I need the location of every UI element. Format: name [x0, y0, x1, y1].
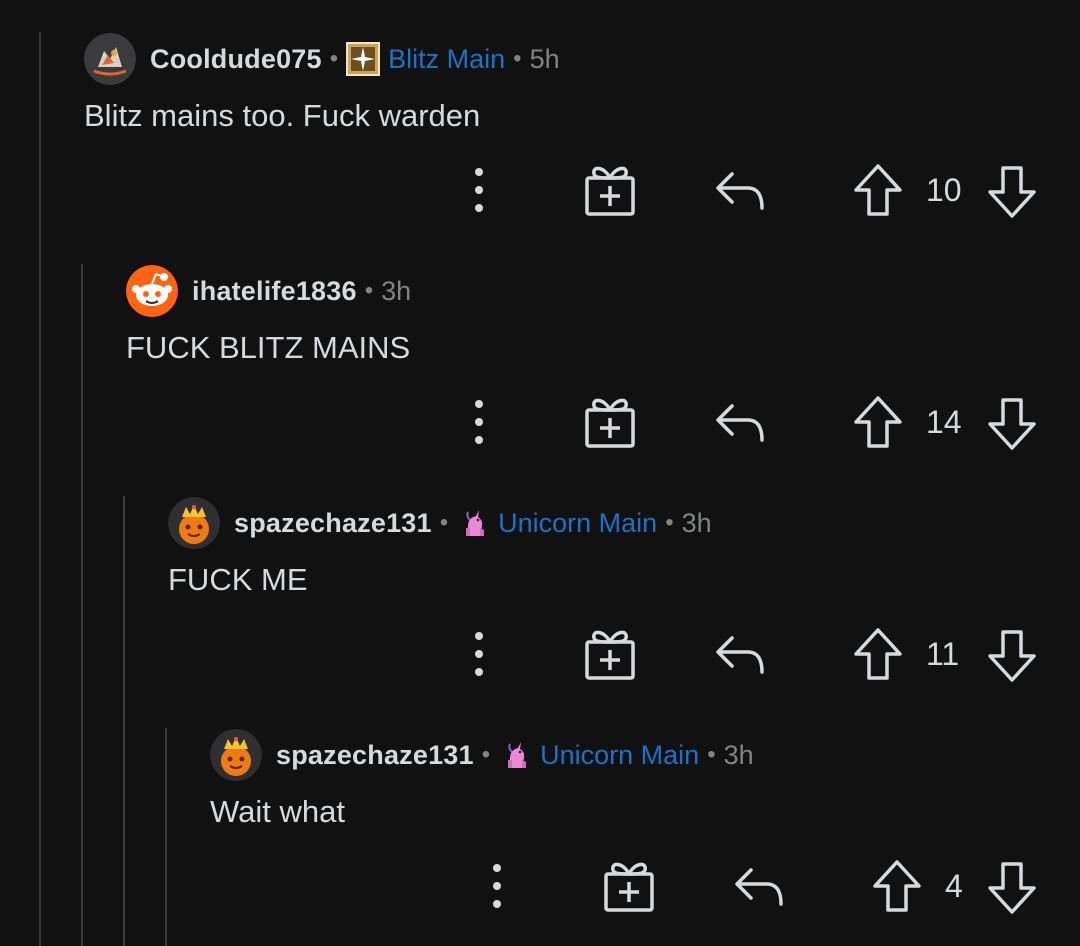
comment-meta: spazechaze131 • Unicorn Main • 3h: [210, 728, 1080, 782]
separator-dot: •: [481, 741, 491, 768]
comment-meta: spazechaze131 • Unicorn Main • 3h: [168, 496, 1080, 550]
downvote-icon[interactable]: [986, 392, 1038, 452]
separator-dot: •: [329, 45, 339, 72]
fox-avatar[interactable]: [84, 33, 136, 85]
comment-meta: Cooldude075 • Blitz Main • 5h: [84, 32, 1080, 86]
timestamp: 5h: [529, 43, 560, 74]
downvote-icon[interactable]: [986, 160, 1038, 220]
comment-meta: ihatelife1836 • 3h: [126, 264, 1080, 318]
timestamp: 3h: [381, 275, 412, 306]
timestamp: 3h: [723, 739, 754, 770]
gift-icon[interactable]: [582, 624, 638, 684]
upvote-icon[interactable]: [852, 160, 904, 220]
crowned-pumpkin-avatar[interactable]: [210, 729, 262, 781]
comment-body: FUCK ME: [168, 562, 308, 597]
comment-body: Blitz mains too. Fuck warden: [84, 98, 481, 133]
user-flair: Blitz Main: [388, 43, 506, 74]
reply-icon[interactable]: [714, 624, 768, 684]
gift-icon[interactable]: [582, 392, 638, 452]
downvote-icon[interactable]: [986, 624, 1038, 684]
comment: spazechaze131 • Unicorn Main • 3h FUCK M…: [168, 496, 1080, 598]
separator-dot: •: [439, 509, 449, 536]
gift-icon[interactable]: [601, 856, 657, 916]
comment-actions: 10: [0, 160, 1080, 220]
vote-score: 10: [926, 172, 962, 208]
user-flair: Unicorn Main: [540, 739, 700, 770]
reply-icon[interactable]: [714, 160, 768, 220]
comment-body: FUCK BLITZ MAINS: [126, 330, 411, 365]
comment: spazechaze131 • Unicorn Main • 3h Wait w…: [210, 728, 1080, 830]
reply-icon[interactable]: [733, 856, 787, 916]
comment: Cooldude075 • Blitz Main • 5h Blitz main…: [84, 32, 1080, 134]
more-options-icon[interactable]: [464, 392, 494, 452]
separator-dot: •: [364, 277, 374, 304]
separator-dot: •: [707, 741, 716, 768]
comment-actions: 4: [0, 856, 1080, 916]
comment-actions: 14: [0, 392, 1080, 452]
snoo-avatar[interactable]: [126, 265, 178, 317]
crowned-pumpkin-avatar[interactable]: [168, 497, 220, 549]
comment-body: Wait what: [210, 794, 345, 829]
comment-actions: 11: [0, 624, 1080, 684]
username[interactable]: spazechaze131: [276, 740, 474, 771]
gift-icon[interactable]: [582, 160, 638, 220]
username[interactable]: Cooldude075: [150, 44, 322, 75]
upvote-icon[interactable]: [852, 624, 904, 684]
user-flair: Unicorn Main: [498, 507, 658, 538]
upvote-icon[interactable]: [871, 856, 923, 916]
more-options-icon[interactable]: [464, 624, 494, 684]
reply-icon[interactable]: [714, 392, 768, 452]
vote-score: 11: [926, 636, 960, 672]
timestamp: 3h: [681, 507, 712, 538]
upvote-icon[interactable]: [852, 392, 904, 452]
vote-score: 14: [926, 404, 962, 440]
unicorn-icon: [498, 738, 532, 772]
blitz-badge-icon: [346, 42, 381, 76]
more-options-icon[interactable]: [464, 160, 494, 220]
username[interactable]: ihatelife1836: [192, 276, 357, 307]
separator-dot: •: [513, 45, 522, 72]
comment: ihatelife1836 • 3h FUCK BLITZ MAINS: [126, 264, 1080, 366]
more-options-icon[interactable]: [482, 856, 512, 916]
thread-line-level-2[interactable]: [81, 264, 83, 946]
vote-score: 4: [945, 868, 963, 904]
separator-dot: •: [665, 509, 674, 536]
downvote-icon[interactable]: [986, 856, 1038, 916]
username[interactable]: spazechaze131: [234, 508, 432, 539]
unicorn-icon: [456, 506, 490, 540]
